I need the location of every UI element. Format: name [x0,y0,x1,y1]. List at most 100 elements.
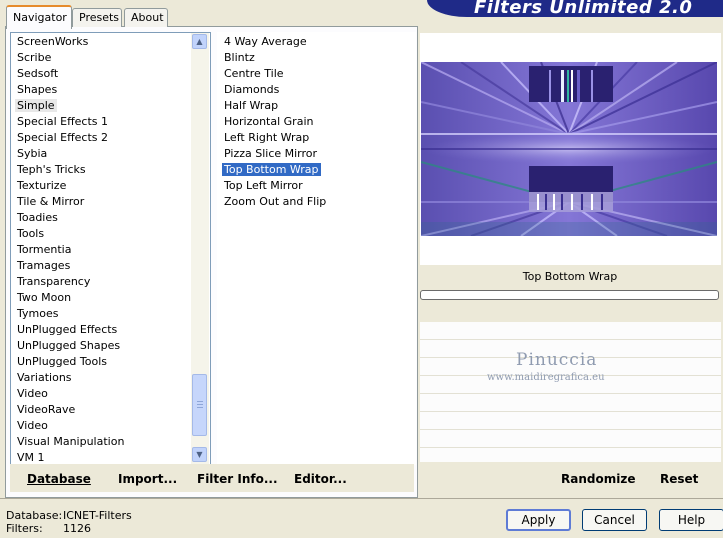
filter-item[interactable]: Left Right Wrap [218,130,328,146]
parameter-area [420,322,721,462]
category-item[interactable]: UnPlugged Effects [11,322,126,338]
filter-item[interactable]: Centre Tile [218,66,328,82]
filter-item-label: Diamonds [224,83,280,96]
category-item[interactable]: Transparency [11,274,126,290]
category-item[interactable]: Video [11,418,126,434]
category-item-label: Visual Manipulation [17,435,125,448]
preview-image [421,62,717,236]
category-item-label: Scribe [17,51,52,64]
category-item[interactable]: Two Moon [11,290,126,306]
category-item-label: Sybia [17,147,48,160]
filter-item[interactable]: Horizontal Grain [218,114,328,130]
category-item-label: Tile & Mirror [17,195,85,208]
category-item-label: Video [17,419,48,432]
category-item-label: UnPlugged Tools [17,355,107,368]
category-item[interactable]: Video [11,386,126,402]
category-item-label: UnPlugged Effects [17,323,118,336]
category-item-label: Variations [17,371,72,384]
tab-presets[interactable]: Presets [72,8,122,27]
category-scrollbar[interactable]: ▲ ▼ [191,33,209,464]
category-item[interactable]: UnPlugged Shapes [11,338,126,354]
category-item-label: Tools [17,227,45,240]
tab-navigator[interactable]: Navigator [6,5,72,29]
filter-item[interactable]: Top Left Mirror [218,178,328,194]
cancel-button[interactable]: Cancel [582,509,647,531]
editor-button[interactable]: Editor... [294,472,347,486]
category-item-label: Sedsoft [17,67,59,80]
category-item[interactable]: Toadies [11,210,126,226]
database-value: ICNET-Filters [63,509,132,522]
category-item[interactable]: Special Effects 1 [11,114,126,130]
reset-button[interactable]: Reset [660,472,698,486]
filter-item[interactable]: Pizza Slice Mirror [218,146,328,162]
category-item[interactable]: Special Effects 2 [11,130,126,146]
watermark-name: Pinuccia [516,350,598,370]
category-item[interactable]: Tile & Mirror [11,194,126,210]
filter-item[interactable]: 4 Way Average [218,34,328,50]
category-items: ScreenWorks Scribe Sedsoft Shapes Simple Spec… [11,34,126,466]
category-item-label: Special Effects 1 [17,115,109,128]
category-item-label: Tymoes [17,307,59,320]
filter-item[interactable]: Diamonds [218,82,328,98]
database-label: Database: [6,509,63,522]
filter-item[interactable]: Blintz [218,50,328,66]
filters-count: 1126 [63,522,91,535]
progress-bar [420,290,719,300]
filter-info-button[interactable]: Filter Info... [197,472,278,486]
category-list[interactable]: ScreenWorks Scribe Sedsoft Shapes Simple Spec… [10,32,211,465]
randomize-button[interactable]: Randomize [561,472,635,486]
category-item[interactable]: Simple [11,98,126,114]
category-item[interactable]: Sybia [11,146,126,162]
filter-items: 4 Way Average Blintz Centre Tile Diamonds Ha… [218,34,328,210]
scroll-down-icon[interactable]: ▼ [192,447,207,462]
filter-item-label: Zoom Out and Flip [224,195,327,208]
category-item[interactable]: Tormentia [11,242,126,258]
filter-item-label: Horizontal Grain [224,115,314,128]
filter-item[interactable]: Half Wrap [218,98,328,114]
category-item[interactable]: ScreenWorks [11,34,126,50]
filters-label: Filters: [6,522,43,535]
category-item[interactable]: Scribe [11,50,126,66]
database-button[interactable]: Database [27,472,91,486]
filter-item-label: Left Right Wrap [224,131,310,144]
apply-button[interactable]: Apply [506,509,571,531]
category-item-label: ScreenWorks [17,35,89,48]
category-item[interactable]: Tramages [11,258,126,274]
category-item[interactable]: Visual Manipulation [11,434,126,450]
scroll-up-icon[interactable]: ▲ [192,34,207,49]
category-item-label: Teph's Tricks [17,163,86,176]
footer-divider [0,498,723,499]
category-item[interactable]: VideoRave [11,402,126,418]
category-item-label: Simple [15,99,57,112]
tab-about[interactable]: About [124,8,168,27]
category-item[interactable]: Teph's Tricks [11,162,126,178]
filter-item[interactable]: Zoom Out and Flip [218,194,328,210]
import-button[interactable]: Import... [118,472,177,486]
category-item[interactable]: Sedsoft [11,66,126,82]
filter-item-label: Blintz [224,51,255,64]
category-item-label: Tormentia [17,243,72,256]
filter-item-label: Pizza Slice Mirror [224,147,318,160]
filter-item-label: Top Left Mirror [224,179,303,192]
category-item-label: Tramages [17,259,71,272]
scroll-thumb[interactable] [192,374,207,436]
category-item-label: Special Effects 2 [17,131,109,144]
filter-item[interactable]: Top Bottom Wrap [218,162,328,178]
filter-item-label: Half Wrap [224,99,279,112]
help-button[interactable]: Help [659,509,723,531]
category-item[interactable]: Tools [11,226,126,242]
category-item[interactable]: UnPlugged Tools [11,354,126,370]
category-item-label: Shapes [17,83,58,96]
category-item-label: Two Moon [17,291,72,304]
filter-list[interactable]: 4 Way Average Blintz Centre Tile Diamonds Ha… [217,32,416,465]
category-item-label: UnPlugged Shapes [17,339,121,352]
category-item[interactable]: Tymoes [11,306,126,322]
filter-item-label: Centre Tile [224,67,284,80]
category-item[interactable]: Texturize [11,178,126,194]
current-filter-label: Top Bottom Wrap [522,270,618,283]
category-item-label: Transparency [17,275,91,288]
category-item[interactable]: Variations [11,370,126,386]
filter-item-label: 4 Way Average [224,35,307,48]
app-title: Filters Unlimited 2.0 [474,0,693,18]
category-item[interactable]: Shapes [11,82,126,98]
